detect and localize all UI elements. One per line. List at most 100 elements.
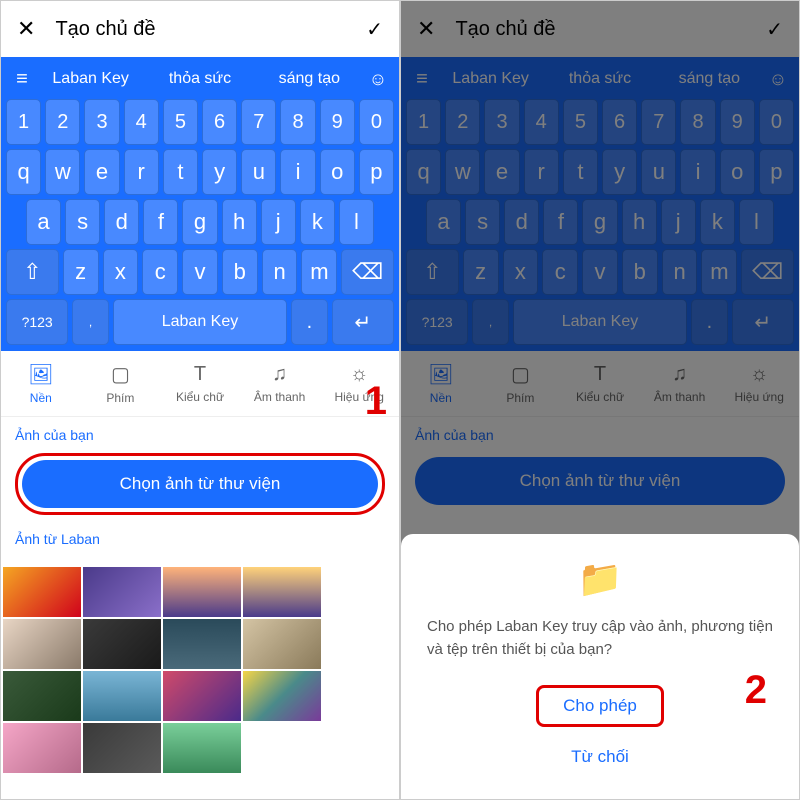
key-h[interactable]: h	[222, 199, 257, 245]
close-icon[interactable]: ✕	[17, 16, 35, 42]
key-8[interactable]: 8	[280, 99, 315, 145]
key-p[interactable]: p	[759, 149, 794, 195]
key-g[interactable]: g	[582, 199, 617, 245]
key-y[interactable]: y	[602, 149, 637, 195]
symbols-key[interactable]: ?123	[406, 299, 468, 345]
tab-Âm thanh[interactable]: ♫Âm thanh	[640, 351, 720, 416]
key-o[interactable]: o	[320, 149, 355, 195]
key-n[interactable]: n	[262, 249, 298, 295]
key-0[interactable]: 0	[759, 99, 794, 145]
key-v[interactable]: v	[182, 249, 218, 295]
shift-key[interactable]: ⇧	[6, 249, 59, 295]
key-1[interactable]: 1	[6, 99, 41, 145]
key-i[interactable]: i	[680, 149, 715, 195]
key-a[interactable]: a	[26, 199, 61, 245]
key-4[interactable]: 4	[524, 99, 559, 145]
wallpaper-thumb[interactable]	[3, 619, 81, 669]
wallpaper-thumb[interactable]	[163, 619, 241, 669]
tab-Kiểu chữ[interactable]: TKiểu chữ	[160, 351, 240, 416]
wallpaper-thumb[interactable]	[83, 723, 161, 773]
key-u[interactable]: u	[641, 149, 676, 195]
dot-key[interactable]: .	[691, 299, 727, 345]
key-s[interactable]: s	[465, 199, 500, 245]
suggest-word[interactable]: thỏa sức	[545, 70, 654, 88]
key-a[interactable]: a	[426, 199, 461, 245]
key-1[interactable]: 1	[406, 99, 441, 145]
key-0[interactable]: 0	[359, 99, 394, 145]
wallpaper-thumb[interactable]	[243, 619, 321, 669]
suggest-word[interactable]: Laban Key	[436, 70, 545, 88]
key-d[interactable]: d	[504, 199, 539, 245]
key-n[interactable]: n	[662, 249, 698, 295]
choose-from-library-button[interactable]: Chọn ảnh từ thư viện	[22, 460, 378, 508]
deny-button[interactable]: Từ chối	[421, 735, 779, 779]
suggest-word[interactable]: sáng tạo	[655, 70, 764, 88]
key-m[interactable]: m	[701, 249, 737, 295]
symbols-key[interactable]: ?123	[6, 299, 68, 345]
backspace-key[interactable]: ⌫	[741, 249, 794, 295]
wallpaper-thumb[interactable]	[83, 619, 161, 669]
key-f[interactable]: f	[543, 199, 578, 245]
confirm-icon[interactable]: ✓	[766, 17, 783, 42]
key-b[interactable]: b	[222, 249, 258, 295]
key-q[interactable]: q	[6, 149, 41, 195]
key-s[interactable]: s	[65, 199, 100, 245]
key-t[interactable]: t	[163, 149, 198, 195]
key-8[interactable]: 8	[680, 99, 715, 145]
wallpaper-thumb[interactable]	[3, 723, 81, 773]
choose-from-library-button[interactable]: Chọn ảnh từ thư viện	[415, 457, 785, 505]
emoji-icon[interactable]: ☺	[764, 69, 792, 90]
allow-button[interactable]: Cho phép	[545, 690, 655, 722]
confirm-icon[interactable]: ✓	[366, 17, 383, 42]
key-5[interactable]: 5	[163, 99, 198, 145]
comma-key[interactable]: ,	[472, 299, 508, 345]
wallpaper-thumb[interactable]	[243, 567, 321, 617]
key-5[interactable]: 5	[563, 99, 598, 145]
backspace-key[interactable]: ⌫	[341, 249, 394, 295]
key-o[interactable]: o	[720, 149, 755, 195]
tab-Phím[interactable]: ▢Phím	[481, 351, 561, 416]
enter-key[interactable]: ↵	[732, 299, 794, 345]
wallpaper-thumb[interactable]	[243, 671, 321, 721]
key-f[interactable]: f	[143, 199, 178, 245]
key-u[interactable]: u	[241, 149, 276, 195]
tab-Nền[interactable]: 🖼Nền	[1, 351, 81, 416]
key-y[interactable]: y	[202, 149, 237, 195]
key-d[interactable]: d	[104, 199, 139, 245]
emoji-icon[interactable]: ☺	[364, 69, 392, 90]
dot-key[interactable]: .	[291, 299, 327, 345]
wallpaper-thumb[interactable]	[3, 671, 81, 721]
key-j[interactable]: j	[661, 199, 696, 245]
key-j[interactable]: j	[261, 199, 296, 245]
key-7[interactable]: 7	[641, 99, 676, 145]
suggest-word[interactable]: sáng tạo	[255, 70, 364, 88]
wallpaper-thumb[interactable]	[163, 723, 241, 773]
suggest-word[interactable]: thỏa sức	[145, 70, 254, 88]
tab-Nền[interactable]: 🖼Nền	[401, 351, 481, 416]
key-t[interactable]: t	[563, 149, 598, 195]
key-k[interactable]: k	[300, 199, 335, 245]
key-p[interactable]: p	[359, 149, 394, 195]
key-l[interactable]: l	[339, 199, 374, 245]
menu-icon[interactable]: ≡	[8, 68, 36, 91]
comma-key[interactable]: ,	[72, 299, 108, 345]
key-r[interactable]: r	[524, 149, 559, 195]
wallpaper-thumb[interactable]	[163, 671, 241, 721]
key-k[interactable]: k	[700, 199, 735, 245]
wallpaper-thumb[interactable]	[3, 567, 81, 617]
space-key[interactable]: Laban Key	[513, 299, 687, 345]
suggest-word[interactable]: Laban Key	[36, 70, 145, 88]
key-3[interactable]: 3	[84, 99, 119, 145]
key-g[interactable]: g	[182, 199, 217, 245]
close-icon[interactable]: ✕	[417, 16, 435, 42]
key-r[interactable]: r	[124, 149, 159, 195]
key-e[interactable]: e	[484, 149, 519, 195]
key-4[interactable]: 4	[124, 99, 159, 145]
shift-key[interactable]: ⇧	[406, 249, 459, 295]
enter-key[interactable]: ↵	[332, 299, 394, 345]
key-x[interactable]: x	[503, 249, 539, 295]
wallpaper-thumb[interactable]	[83, 671, 161, 721]
key-b[interactable]: b	[622, 249, 658, 295]
tab-Âm thanh[interactable]: ♫Âm thanh	[240, 351, 320, 416]
key-m[interactable]: m	[301, 249, 337, 295]
